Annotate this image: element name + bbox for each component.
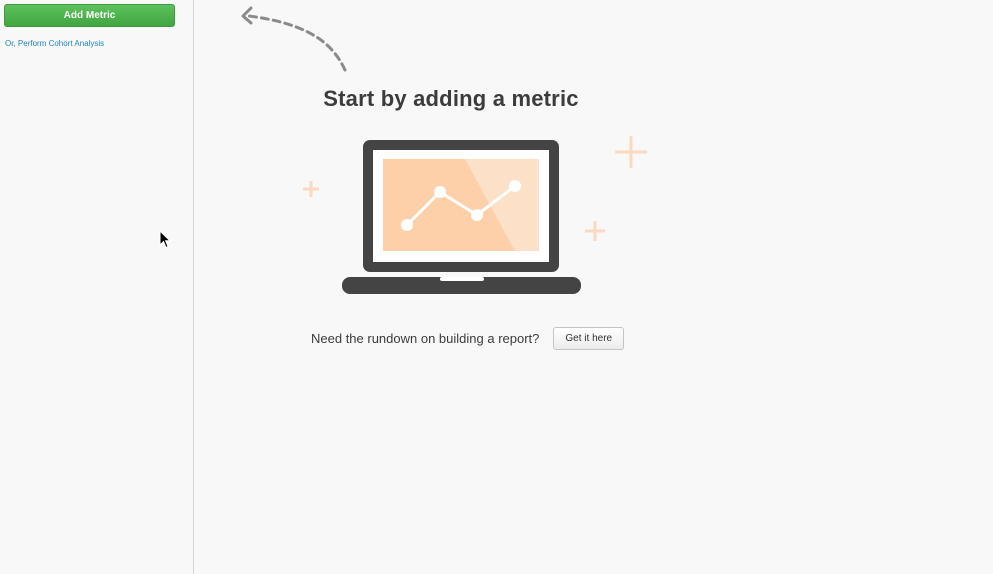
mouse-pointer-icon — [159, 230, 171, 249]
dashed-curved-arrow-icon — [241, 6, 347, 72]
add-metric-button[interactable]: Add Metric — [4, 4, 175, 27]
rundown-row: Need the rundown on building a report? G… — [311, 327, 625, 350]
page-title: Start by adding a metric — [323, 86, 579, 111]
sidebar: Add Metric Or, Perform Cohort Analysis — [0, 0, 194, 574]
main-panel: Start by adding a metric Need the rundow… — [195, 0, 993, 574]
cohort-analysis-link[interactable]: Or, Perform Cohort Analysis — [5, 39, 104, 48]
rundown-text: Need the rundown on building a report? — [311, 331, 540, 346]
laptop-chart-icon — [303, 136, 647, 294]
plus-icon — [615, 136, 647, 168]
plus-icon — [303, 181, 319, 197]
get-it-here-button[interactable]: Get it here — [553, 327, 625, 350]
plus-icon — [585, 221, 605, 241]
